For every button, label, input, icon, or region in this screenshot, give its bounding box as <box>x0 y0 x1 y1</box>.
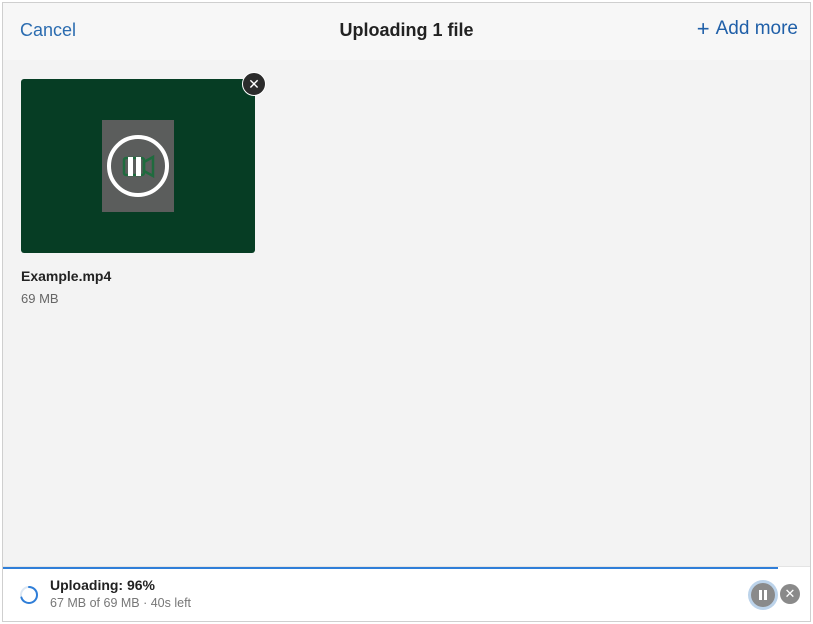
remove-file-button[interactable]: ✕ <box>242 72 266 96</box>
upload-status-title: Uploading: 96% <box>50 577 156 593</box>
pause-icon <box>759 590 762 600</box>
file-size: 69 MB <box>21 291 59 306</box>
close-icon: ✕ <box>248 76 260 92</box>
upload-status-detail: 67 MB of 69 MB · 40s left <box>50 596 192 610</box>
close-icon: ✕ <box>784 586 796 601</box>
plus-icon: + <box>696 16 710 41</box>
file-thumbnail[interactable] <box>21 79 255 253</box>
pause-icon-bar <box>764 590 767 600</box>
file-name: Example.mp4 <box>21 268 112 284</box>
dialog-title: Uploading 1 file <box>339 20 474 40</box>
pause-upload-button[interactable] <box>751 583 775 607</box>
video-pause-icon <box>102 120 174 212</box>
upload-dialog: Cancel Uploading 1 file + Add more ✕ Exa… <box>2 2 811 622</box>
upload-progress-bar <box>3 567 778 569</box>
header-bar: Cancel Uploading 1 file + Add more <box>3 3 810 60</box>
add-more-button[interactable]: + Add more <box>697 18 798 40</box>
upload-status-bar: Uploading: 96% 67 MB of 69 MB · 40s left… <box>3 566 810 621</box>
cancel-upload-button[interactable]: ✕ <box>780 584 800 604</box>
add-more-label: Add more <box>715 18 798 39</box>
spinner-icon <box>20 586 38 604</box>
